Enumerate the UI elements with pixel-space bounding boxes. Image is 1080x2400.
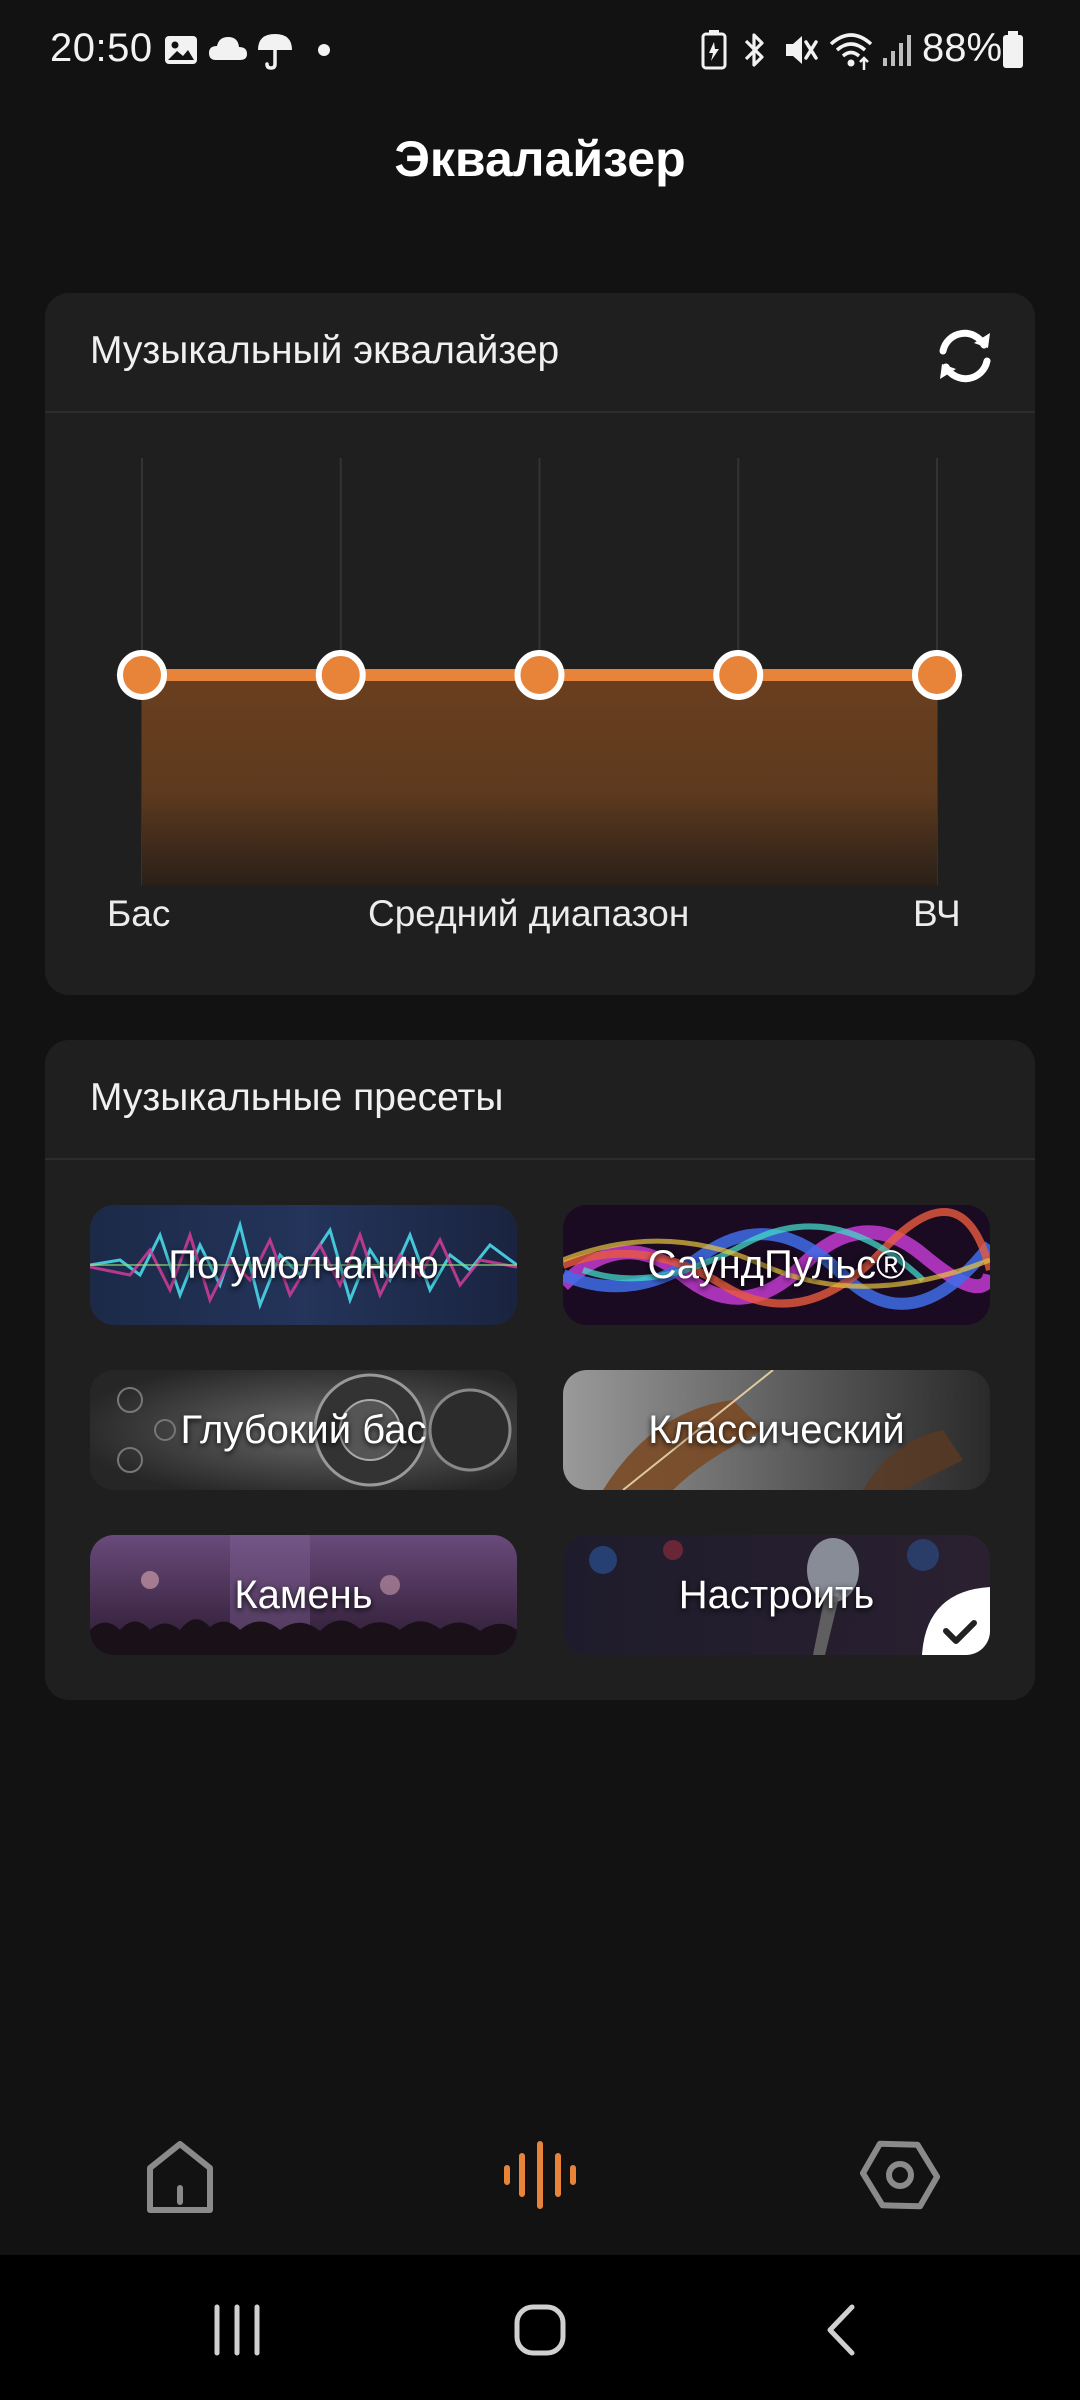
preset-custom[interactable]: Настроить	[563, 1535, 990, 1655]
battery-icon	[1003, 31, 1023, 68]
selected-check-icon	[922, 1587, 990, 1655]
preset-default-label: По умолчанию	[168, 1242, 439, 1287]
settings-icon[interactable]	[855, 2130, 945, 2220]
presets-card: Музыкальные пресеты По умолчанию СаундПу…	[45, 1040, 1035, 1700]
dot-icon	[318, 44, 330, 56]
mute-icon	[786, 36, 818, 64]
battery-percent: 88%	[922, 26, 1003, 70]
preset-default[interactable]: По умолчанию	[90, 1205, 517, 1325]
system-nav	[0, 2255, 1080, 2400]
label-treble: ВЧ	[913, 893, 961, 934]
bluetooth-icon	[744, 33, 764, 67]
preset-rock-label: Камень	[234, 1572, 373, 1617]
bottom-nav	[0, 2070, 1080, 2255]
preset-soundpulse-label: СаундПульс®	[647, 1242, 906, 1287]
equalizer-band-knob[interactable]	[912, 650, 962, 700]
status-bar: 20:50 88%	[0, 0, 1080, 100]
wifi-icon	[829, 33, 873, 70]
preset-deep-bass-label: Глубокий бас	[180, 1407, 427, 1452]
card-divider	[45, 1158, 1035, 1160]
equalizer-card: Музыкальный эквалайзер Бас Средний диапа…	[45, 293, 1035, 995]
signal-icon	[883, 35, 911, 66]
equalizer-band-knob[interactable]	[117, 650, 167, 700]
battery-saver-icon	[701, 30, 727, 70]
equalizer-band-knob[interactable]	[713, 650, 764, 700]
preset-soundpulse[interactable]: СаундПульс®	[563, 1205, 990, 1325]
preset-classic[interactable]: Классический	[563, 1370, 990, 1490]
equalizer-icon[interactable]	[495, 2130, 585, 2220]
equalizer-band-knob[interactable]	[514, 650, 565, 700]
cloud-icon	[209, 37, 247, 60]
equalizer-band-knob[interactable]	[315, 650, 366, 700]
label-mid: Средний диапазон	[368, 893, 690, 934]
preset-classic-label: Классический	[648, 1407, 905, 1452]
preset-deep-bass[interactable]: Глубокий бас	[90, 1370, 517, 1490]
recent-apps-icon[interactable]	[202, 2295, 272, 2365]
equalizer-area	[142, 675, 937, 885]
back-icon[interactable]	[808, 2295, 878, 2365]
page-title: Эквалайзер	[394, 131, 686, 187]
home-circle-icon[interactable]	[505, 2295, 575, 2365]
presets-title: Музыкальные пресеты	[90, 1076, 504, 1119]
umbrella-icon	[258, 34, 292, 70]
preset-rock[interactable]: Камень	[90, 1535, 517, 1655]
status-time: 20:50	[50, 26, 153, 70]
label-bass: Бас	[107, 893, 171, 934]
equalizer-graph[interactable]	[45, 293, 1035, 995]
image-icon	[165, 36, 197, 64]
home-icon[interactable]	[135, 2130, 225, 2220]
